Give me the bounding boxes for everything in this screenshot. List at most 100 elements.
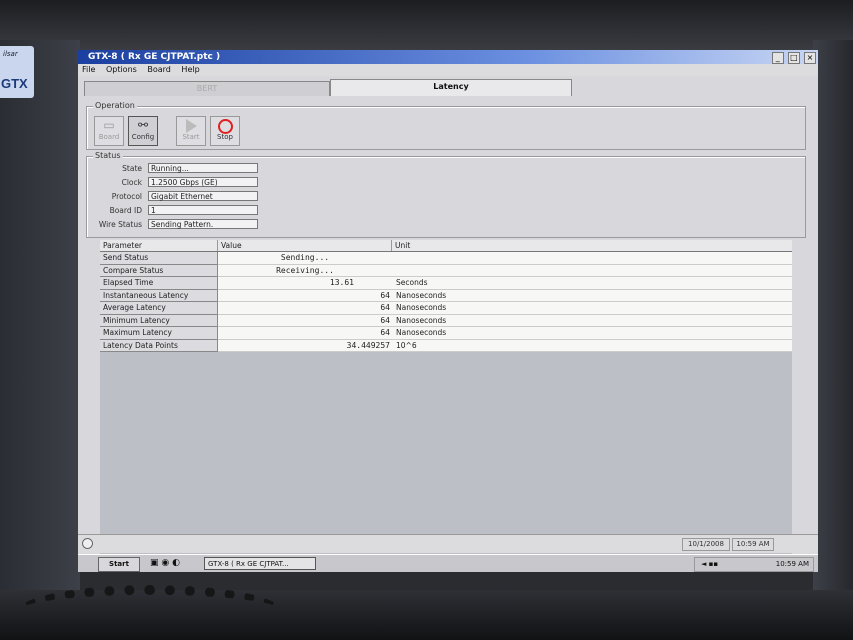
status-clock-label: Clock: [121, 178, 142, 187]
row-parameter: Maximum Latency: [100, 327, 218, 340]
board-icon: ▭: [103, 118, 115, 132]
menu-bar: File Options Board Help: [78, 64, 818, 76]
config-icon: ⚯: [137, 118, 149, 132]
config-button-label: Config: [131, 133, 155, 141]
start-button-label: Start: [182, 133, 200, 141]
board-button[interactable]: ▭ Board: [94, 116, 124, 146]
window-controls: _ □ ×: [771, 51, 816, 65]
window-titlebar[interactable]: GTX-8 ( Rx GE CJTPAT.ptc ) _ □ ×: [78, 50, 818, 64]
table-row[interactable]: Compare Status Receiving...: [100, 264, 792, 277]
status-protocol-value: Gigabit Ethernet: [148, 191, 258, 201]
row-unit: Seconds: [392, 277, 792, 290]
row-value: 64: [218, 327, 392, 340]
row-value: 34.449257: [218, 339, 392, 352]
row-unit: [392, 264, 792, 277]
app-screen: GTX-8 ( Rx GE CJTPAT.ptc ) _ □ × File Op…: [78, 50, 818, 572]
coiled-cable: [20, 585, 280, 635]
config-button[interactable]: ⚯ Config: [128, 116, 158, 146]
monitor-bezel-right: [813, 40, 853, 600]
tab-bert[interactable]: BERT: [84, 81, 330, 96]
row-value: Receiving...: [218, 264, 392, 277]
maximize-button[interactable]: □: [787, 52, 800, 64]
row-parameter: Minimum Latency: [100, 314, 218, 327]
row-unit: Nanoseconds: [392, 327, 792, 340]
status-group-title: Status: [93, 151, 123, 160]
header-value[interactable]: Value: [218, 240, 392, 251]
row-parameter: Send Status: [100, 252, 218, 265]
row-unit: Nanoseconds: [392, 314, 792, 327]
network-icon[interactable]: ▪▪: [709, 560, 719, 568]
monitor-bezel-top: [0, 0, 853, 50]
browser-icon[interactable]: ◉: [161, 558, 169, 568]
row-value: Sending...: [218, 252, 392, 265]
latency-results-grid: Parameter Value Unit Send Status Sending…: [100, 240, 792, 572]
start-button[interactable]: Start: [176, 116, 206, 146]
table-row[interactable]: Minimum Latency 64 Nanoseconds: [100, 314, 792, 327]
header-parameter[interactable]: Parameter: [100, 240, 218, 251]
menu-help[interactable]: Help: [181, 65, 199, 74]
brand-big-text: GTX: [1, 76, 28, 91]
status-state-value: Running...: [148, 163, 258, 173]
row-value: 64: [218, 314, 392, 327]
taskbar-item-label: GTX-8 ( Rx GE CJTPAT...: [208, 560, 289, 568]
tray-clock[interactable]: 10:59 AM: [776, 558, 809, 571]
monitor-bezel-left: [0, 40, 80, 600]
status-state-label: State: [122, 164, 142, 173]
stop-icon: [211, 117, 239, 134]
close-button[interactable]: ×: [804, 52, 816, 64]
status-clock-value: 1.2500 Gbps (GE): [148, 177, 258, 187]
table-row[interactable]: Maximum Latency 64 Nanoseconds: [100, 327, 792, 340]
status-led-icon: [82, 538, 93, 549]
board-button-label: Board: [98, 133, 120, 141]
volume-icon[interactable]: ◄: [701, 560, 706, 568]
tray-icons[interactable]: ◄ ▪▪: [701, 558, 718, 571]
minimize-button[interactable]: _: [771, 52, 784, 64]
table-row[interactable]: Instantaneous Latency 64 Nanoseconds: [100, 289, 792, 302]
taskbar-item-gtx8[interactable]: GTX-8 ( Rx GE CJTPAT...: [204, 557, 316, 570]
menu-file[interactable]: File: [82, 65, 95, 74]
row-unit: [392, 252, 792, 265]
table-row[interactable]: Average Latency 64 Nanoseconds: [100, 302, 792, 315]
quick-launch: ▣ ◉ ◐: [150, 558, 180, 568]
row-unit: Nanoseconds: [392, 302, 792, 315]
table-row[interactable]: Latency Data Points 34.449257 10^6: [100, 339, 792, 352]
start-button-label: Start: [109, 560, 129, 568]
row-parameter: Latency Data Points: [100, 339, 218, 352]
desktop-icon[interactable]: ▣: [150, 558, 159, 568]
window-title: GTX-8 ( Rx GE CJTPAT.ptc ): [88, 52, 221, 62]
row-parameter: Instantaneous Latency: [100, 289, 218, 302]
statusbar-time: 10:59 AM: [732, 538, 774, 551]
table-row[interactable]: Send Status Sending...: [100, 252, 792, 265]
system-tray: ◄ ▪▪ 10:59 AM: [694, 557, 814, 572]
status-wire-label: Wire Status: [98, 220, 142, 229]
play-icon: [177, 117, 205, 133]
menu-options[interactable]: Options: [106, 65, 137, 74]
row-unit: Nanoseconds: [392, 289, 792, 302]
device-brand-label: ilsar GTX: [0, 46, 34, 98]
row-unit: 10^6: [392, 339, 792, 352]
header-unit[interactable]: Unit: [392, 240, 792, 251]
stop-button[interactable]: Stop: [210, 116, 240, 146]
status-wire-value: Sending Pattern.: [148, 219, 258, 229]
os-taskbar: Start ▣ ◉ ◐ GTX-8 ( Rx GE CJTPAT... ◄ ▪▪…: [78, 554, 818, 572]
status-protocol-label: Protocol: [111, 192, 142, 201]
menu-board[interactable]: Board: [147, 65, 171, 74]
tab-latency[interactable]: Latency: [330, 79, 572, 96]
app-status-bar: 10/1/2008 10:59 AM: [78, 534, 818, 553]
brand-small-text: ilsar: [3, 50, 18, 58]
row-parameter: Compare Status: [100, 264, 218, 277]
statusbar-date: 10/1/2008: [682, 538, 730, 551]
stop-button-label: Stop: [217, 133, 233, 141]
row-parameter: Elapsed Time: [100, 277, 218, 290]
row-value: 64: [218, 289, 392, 302]
row-value: 13.61: [218, 277, 392, 290]
table-row[interactable]: Elapsed Time 13.61 Seconds: [100, 277, 792, 290]
row-parameter: Average Latency: [100, 302, 218, 315]
operation-group-title: Operation: [93, 101, 137, 110]
status-boardid-value: 1: [148, 205, 258, 215]
grid-header: Parameter Value Unit: [100, 240, 792, 252]
media-icon[interactable]: ◐: [172, 558, 180, 568]
start-menu-button[interactable]: Start: [98, 557, 140, 572]
row-value: 64: [218, 302, 392, 315]
tab-strip: BERT Latency: [84, 79, 812, 97]
